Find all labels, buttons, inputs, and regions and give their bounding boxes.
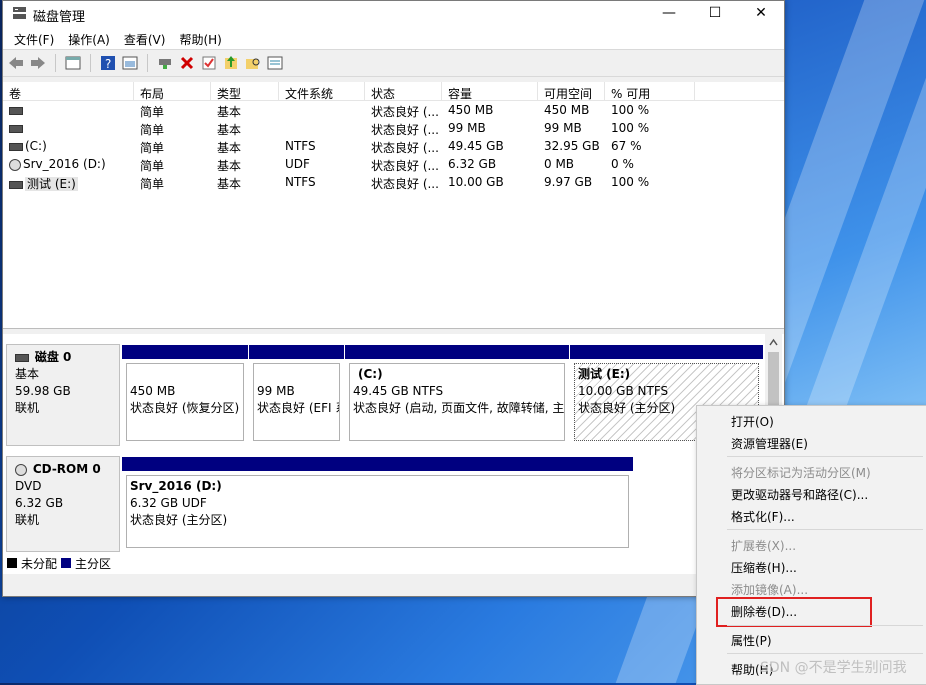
menu-file[interactable]: 文件(F) xyxy=(7,25,61,49)
table-row[interactable]: Srv_2016 (D:) 简单 基本 UDF 状态良好 (... 6.32 G… xyxy=(3,155,784,173)
partition-d[interactable]: Srv_2016 (D:) 6.32 GB UDF 状态良好 (主分区) xyxy=(122,457,633,552)
console-list-icon[interactable] xyxy=(266,54,284,72)
menu-item-shrink[interactable]: 压缩卷(H)... xyxy=(731,559,797,576)
table-row[interactable]: 测试 (E:) 简单 基本 NTFS 状态良好 (... 10.00 GB 9.… xyxy=(3,173,784,191)
table-row[interactable]: (C:) 简单 基本 NTFS 状态良好 (... 49.45 GB 32.95… xyxy=(3,137,784,155)
menu-item-open[interactable]: 打开(O) xyxy=(731,413,774,430)
column-header-filesystem[interactable]: 文件系统 xyxy=(279,82,365,101)
title-bar: 磁盘管理 — ☐ ✕ xyxy=(3,1,784,25)
column-header-capacity[interactable]: 容量 xyxy=(442,82,538,101)
drive-icon xyxy=(9,106,23,115)
column-header-type[interactable]: 类型 xyxy=(211,82,279,101)
volume-list: 卷 布局 类型 文件系统 状态 容量 可用空间 % 可用 简单 基本 状态良好 … xyxy=(3,82,784,329)
close-button[interactable]: ✕ xyxy=(738,1,784,25)
drive-icon xyxy=(9,180,23,189)
legend: 未分配 主分区 xyxy=(7,553,111,573)
svg-text:?: ? xyxy=(105,57,111,71)
menu-help[interactable]: 帮助(H) xyxy=(172,25,228,49)
table-row[interactable]: 简单 基本 状态良好 (... 99 MB 99 MB 100 % xyxy=(3,119,784,137)
toolbar: ? xyxy=(3,49,784,77)
maximize-button[interactable]: ☐ xyxy=(692,1,738,25)
column-header-free-space[interactable]: 可用空间 xyxy=(538,82,605,101)
column-header-status[interactable]: 状态 xyxy=(365,82,442,101)
column-header-layout[interactable]: 布局 xyxy=(134,82,211,101)
check-properties-icon[interactable] xyxy=(200,54,218,72)
back-arrow-icon[interactable] xyxy=(7,54,25,72)
unallocated-swatch xyxy=(7,558,17,568)
scroll-up-icon[interactable] xyxy=(765,334,782,351)
context-menu: 打开(O) 资源管理器(E) 将分区标记为活动分区(M) 更改驱动器号和路径(C… xyxy=(696,405,926,685)
disk-0-label[interactable]: 磁盘 0 基本 59.98 GB 联机 xyxy=(6,344,120,446)
menu-item-add-mirror[interactable]: 添加镜像(A)... xyxy=(731,581,808,598)
drive-icon xyxy=(9,124,23,133)
menu-bar: 文件(F) 操作(A) 查看(V) 帮助(H) xyxy=(3,25,784,49)
column-header-volume[interactable]: 卷 xyxy=(3,82,134,101)
properties-pane-icon[interactable] xyxy=(121,54,139,72)
cd-drive-icon xyxy=(9,158,21,171)
partition-c[interactable]: (C:) 49.45 GB NTFS 状态良好 (启动, 页面文件, 故障转储,… xyxy=(345,345,569,445)
volume-list-header: 卷 布局 类型 文件系统 状态 容量 可用空间 % 可用 xyxy=(3,82,784,101)
connect-disk-icon[interactable] xyxy=(156,54,174,72)
help-icon[interactable]: ? xyxy=(99,54,117,72)
disk-management-window: 磁盘管理 — ☐ ✕ 文件(F) 操作(A) 查看(V) 帮助(H) ? 卷 布… xyxy=(2,0,785,597)
cdrom-0-label[interactable]: CD-ROM 0 DVD 6.32 GB 联机 xyxy=(6,456,120,552)
disk-graphical-view: 磁盘 0 基本 59.98 GB 联机 450 MB 状态良好 (恢复分区) 9… xyxy=(3,334,784,574)
delete-icon[interactable] xyxy=(178,54,196,72)
partition-recovery[interactable]: 450 MB 状态良好 (恢复分区) xyxy=(122,345,248,445)
cdrom-0-name: CD-ROM 0 xyxy=(32,462,101,476)
column-header-percent-free[interactable]: % 可用 xyxy=(605,82,695,101)
delete-highlight-box xyxy=(716,597,872,627)
minimize-button[interactable]: — xyxy=(646,1,692,25)
disk-0-name: 磁盘 0 xyxy=(34,350,72,364)
menu-item-properties[interactable]: 属性(P) xyxy=(731,632,772,649)
menu-item-extend[interactable]: 扩展卷(X)... xyxy=(731,537,796,554)
watermark-text: SDN @不是学生别问我 xyxy=(760,660,907,676)
menu-item-format[interactable]: 格式化(F)... xyxy=(731,508,795,525)
primary-swatch xyxy=(61,558,72,568)
cd-drive-icon xyxy=(15,463,27,476)
export-up-icon[interactable] xyxy=(222,54,240,72)
menu-item-mark-active[interactable]: 将分区标记为活动分区(M) xyxy=(731,464,871,481)
drive-icon xyxy=(9,142,23,151)
table-row[interactable]: 简单 基本 状态良好 (... 450 MB 450 MB 100 % xyxy=(3,101,784,119)
search-folder-icon[interactable] xyxy=(244,54,262,72)
disk-icon xyxy=(15,353,29,362)
console-tree-icon[interactable] xyxy=(64,54,82,72)
partition-efi[interactable]: 99 MB 状态良好 (EFI 系 xyxy=(249,345,344,445)
menu-action[interactable]: 操作(A) xyxy=(61,25,117,49)
forward-arrow-icon[interactable] xyxy=(29,54,47,72)
window-title: 磁盘管理 xyxy=(33,10,86,25)
disk-management-icon xyxy=(13,7,26,19)
menu-view[interactable]: 查看(V) xyxy=(117,25,173,49)
menu-item-change-drive-letter[interactable]: 更改驱动器号和路径(C)... xyxy=(731,486,868,503)
menu-item-explorer[interactable]: 资源管理器(E) xyxy=(731,435,808,452)
